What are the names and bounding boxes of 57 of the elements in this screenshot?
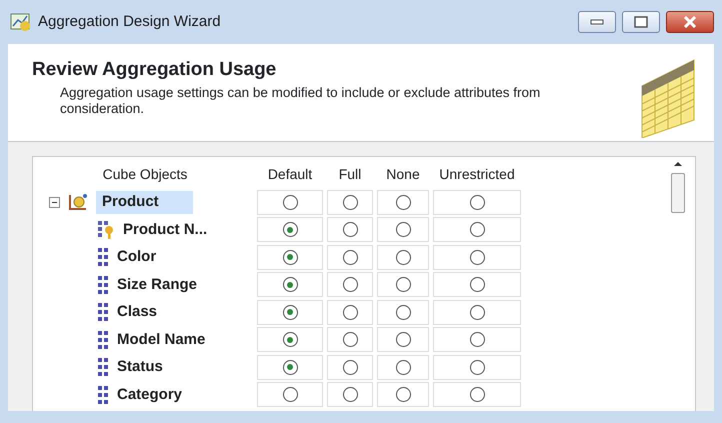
page-description: Aggregation usage settings can be modified to include or exclude attributes from consideration. [59,84,542,118]
radio-button[interactable] [396,387,410,402]
page-title: Review Aggregation Usage [32,58,278,82]
scroll-up-icon[interactable] [673,161,683,167]
column-header: Cube Objects [102,165,188,184]
minimize-button[interactable] [578,11,616,33]
tree-item[interactable]: Color [117,246,156,268]
radio-button[interactable] [282,277,298,292]
close-button[interactable] [666,11,714,33]
tree-item[interactable]: Model Name [117,328,206,351]
radio-button[interactable] [282,332,298,348]
scrollbar-thumb[interactable] [671,173,685,213]
radio-button[interactable] [342,222,358,238]
column-header: Full [338,165,362,184]
column-header: None [385,165,421,184]
radio-button[interactable] [342,194,358,210]
radio-button[interactable] [470,360,484,375]
radio-button[interactable] [470,304,484,320]
tree-item[interactable]: Class [117,301,158,324]
radio-button[interactable] [342,387,358,402]
close-icon [683,16,697,28]
radio-button[interactable] [342,332,358,348]
radio-button[interactable] [282,304,298,320]
radio-button[interactable] [282,360,298,375]
radio-button[interactable] [342,277,358,292]
radio-button[interactable] [470,332,484,348]
radio-button[interactable] [396,277,410,292]
radio-button[interactable] [282,387,298,402]
radio-button[interactable] [342,360,358,375]
radio-button[interactable] [396,360,410,375]
radio-button[interactable] [396,222,410,238]
window-title: Aggregation Design Wizard [38,12,221,32]
tree-item[interactable]: Status [117,356,163,378]
tree-item[interactable]: Product N... [123,218,208,241]
tree-item[interactable]: Size Range [117,274,198,296]
radio-button[interactable] [342,304,358,320]
radio-button[interactable] [470,222,484,238]
radio-button[interactable] [470,250,484,265]
radio-button[interactable] [396,332,410,348]
radio-button[interactable] [282,194,298,210]
column-header: Unrestricted [438,165,516,184]
maximize-button[interactable] [622,11,660,33]
radio-button[interactable] [342,250,358,265]
radio-button[interactable] [470,277,484,292]
radio-button[interactable] [396,250,410,265]
tree-item[interactable]: Category [117,384,182,406]
radio-button[interactable] [282,250,298,265]
maximize-icon [634,16,648,28]
minimize-icon [590,19,604,25]
column-header: Default [266,165,314,184]
app-icon [10,12,32,32]
tree-item[interactable]: Product [96,191,193,214]
radio-button[interactable] [470,387,484,402]
radio-button[interactable] [470,194,484,210]
radio-button[interactable] [396,194,410,210]
radio-button[interactable] [396,304,410,320]
radio-button[interactable] [282,222,298,238]
